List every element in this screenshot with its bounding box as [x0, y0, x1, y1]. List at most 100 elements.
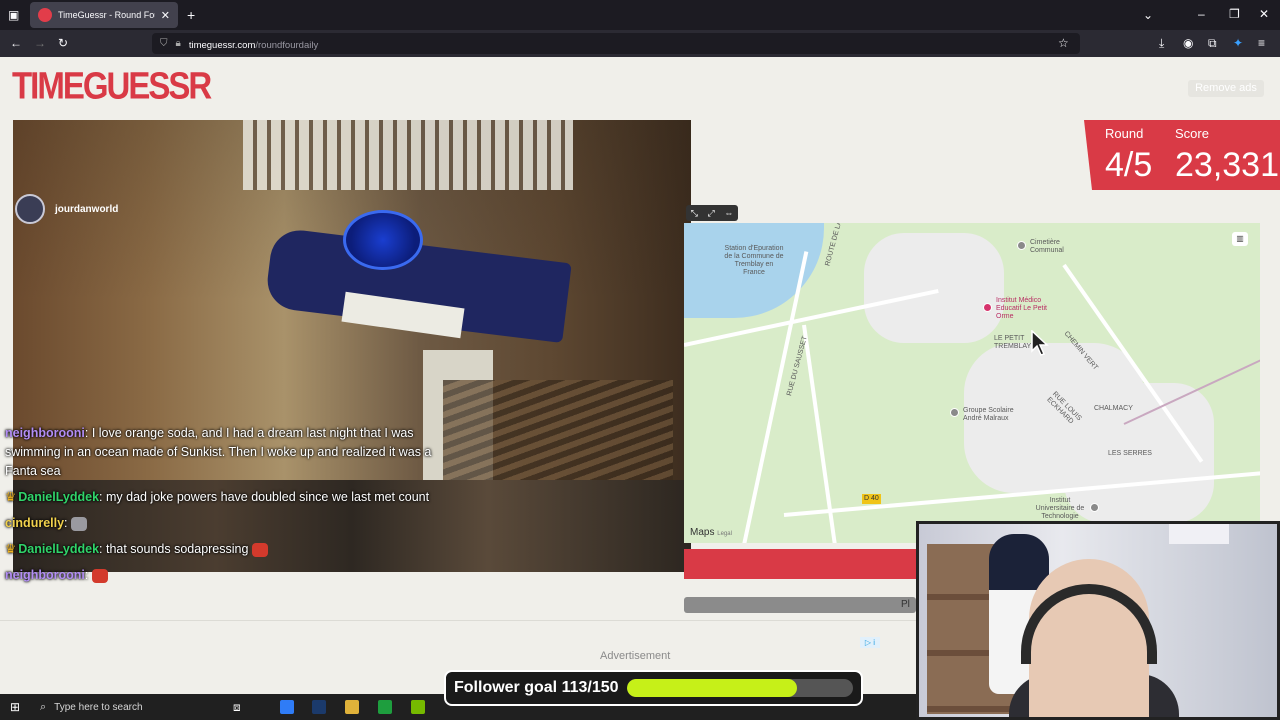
- follower-goal-text: Follower goal 113/150: [454, 679, 619, 696]
- chat-username: DanielLyddek: [18, 490, 100, 504]
- ad-label: Advertisement: [600, 650, 671, 662]
- score-value: 23,331: [1175, 146, 1279, 184]
- chat-message: cindurelly:: [5, 514, 435, 533]
- windows-start-icon[interactable]: ⊞: [10, 701, 20, 713]
- follower-goal-widget: Follower goal 113/150: [444, 670, 863, 706]
- map-pin[interactable]: [1090, 503, 1099, 512]
- menu-icon[interactable]: ≡: [1258, 37, 1265, 49]
- chat-message: ♛ DanielLyddek: my dad joke powers have d…: [5, 490, 430, 504]
- maps-brand-label: Maps: [690, 527, 715, 538]
- search-icon: ⌕: [40, 700, 47, 713]
- extensions-icon[interactable]: ⧉: [1208, 37, 1217, 49]
- round-label: Round: [1105, 126, 1144, 141]
- bookmark-star-icon[interactable]: ☆: [1058, 37, 1069, 49]
- crown-icon: ♛: [5, 542, 17, 556]
- map-label: LES SERRES: [1108, 450, 1152, 457]
- forward-icon[interactable]: →: [34, 37, 46, 49]
- shrink-icon[interactable]: ⤢: [708, 208, 715, 219]
- minimize-icon[interactable]: –: [1198, 8, 1205, 20]
- url-path: /roundfourdaily: [255, 39, 319, 51]
- next-button[interactable]: [684, 597, 916, 613]
- browser-tab-bar: ▣ TimeGuessr - Round Four ✕ + ⌄ – ❐ ✕: [0, 0, 1280, 30]
- chat-username: DanielLyddek: [18, 542, 100, 556]
- browser-nav-bar: ← → ↻ ⛉ 🔒︎ timeguessr.com/roundfourdaily…: [0, 30, 1280, 57]
- guess-map[interactable]: Station d'Epuration de la Commune de Tre…: [684, 223, 1260, 543]
- map-pin[interactable]: [950, 408, 959, 417]
- lock-icon: 🔒︎: [175, 38, 181, 49]
- window-close-icon[interactable]: ✕: [1259, 8, 1269, 20]
- streamer-name: jourdanworld: [55, 203, 119, 215]
- round-value: 4/5: [1105, 146, 1153, 184]
- map-label: Institut Médico Educatif Le Petit Orme: [996, 297, 1047, 320]
- chat-message: neighborooni: I love orange soda, and I …: [5, 426, 432, 478]
- remove-ads-button[interactable]: Remove ads: [1188, 80, 1264, 97]
- new-tab-icon[interactable]: +: [187, 8, 195, 22]
- score-panel: Round Score 4/5 23,331: [1084, 120, 1280, 190]
- chat-message: ♛ DanielLyddek: that sounds sodapressing: [5, 540, 435, 559]
- folder-icon[interactable]: [345, 700, 359, 714]
- taskbar-search-placeholder: Type here to search: [54, 701, 143, 713]
- chat-username: neighborooni: [5, 426, 85, 440]
- reset-icon[interactable]: ⇔: [724, 208, 733, 218]
- map-label: LE PETIT TREMBLAY: [994, 335, 1032, 350]
- chat-message: neighborooni:: [5, 566, 435, 585]
- copilot-icon[interactable]: [280, 700, 294, 714]
- map-pin[interactable]: [1017, 241, 1026, 250]
- photo-neon-sign: [343, 210, 423, 270]
- map-resize-toolbar[interactable]: ⤡ ⤢ ⇔: [686, 205, 738, 221]
- url-bar[interactable]: ⛉ 🔒︎ timeguessr.com/roundfourdaily: [152, 33, 1080, 54]
- follower-goal-track: [626, 679, 853, 697]
- url-host: timeguessr.com: [188, 39, 256, 51]
- restore-icon[interactable]: ❐: [1229, 8, 1240, 20]
- map-label: CHALMACY: [1094, 405, 1133, 412]
- map-urban-area: [864, 233, 1004, 343]
- avatar: [15, 194, 45, 224]
- chat-username: neighborooni: [5, 568, 85, 582]
- adchoices-icon[interactable]: ▷ i: [860, 637, 880, 648]
- download-icon[interactable]: ⤓: [1159, 37, 1164, 49]
- tab-list-icon[interactable]: ▣: [8, 9, 19, 21]
- guess-button[interactable]: [684, 549, 916, 579]
- taskbar-search[interactable]: ⌕ Type here to search: [34, 697, 216, 717]
- tab-title: TimeGuessr - Round Four: [58, 10, 155, 20]
- webcam-overlay: [916, 521, 1280, 720]
- nvidia-icon[interactable]: [411, 700, 425, 714]
- emote-icon: [91, 568, 108, 583]
- chat-text: that sounds sodapressing: [102, 542, 249, 556]
- map-label: Cimetière Communal: [1030, 239, 1064, 254]
- back-icon[interactable]: ←: [10, 37, 22, 49]
- task-view-icon[interactable]: ⧈: [233, 701, 241, 713]
- maps-legal-link[interactable]: Legal: [717, 531, 732, 537]
- close-icon[interactable]: ✕: [161, 9, 170, 22]
- extension-icon[interactable]: ✦: [1233, 37, 1243, 49]
- shield-icon: ⛉: [160, 38, 168, 49]
- emote-icon: [71, 516, 87, 531]
- browser-tab[interactable]: TimeGuessr - Round Four ✕: [30, 2, 178, 28]
- chat-overlay: neighborooni: I love orange soda, and I …: [5, 424, 435, 592]
- chat-username: cindurelly: [5, 516, 65, 530]
- mouse-cursor-icon: [1031, 330, 1049, 356]
- xbox-icon[interactable]: [378, 700, 392, 714]
- streamer-tag: jourdanworld: [15, 194, 118, 224]
- map-label: ROUTE DE LA C: [824, 223, 845, 267]
- expand-icon[interactable]: ⤡: [691, 208, 698, 219]
- next-button-label: Pl: [901, 599, 910, 610]
- map-pin[interactable]: [983, 303, 992, 312]
- webcam-lamp: [1169, 524, 1229, 544]
- site-logo[interactable]: TIMEGUESSR: [12, 61, 212, 112]
- chevron-down-icon[interactable]: ⌄: [1143, 9, 1153, 21]
- score-label: Score: [1175, 126, 1209, 141]
- account-icon[interactable]: ◉: [1183, 37, 1193, 49]
- favicon-icon: [38, 8, 52, 22]
- map-label: Groupe Scolaire André Malraux: [963, 407, 1014, 422]
- reload-icon[interactable]: ↻: [58, 37, 68, 49]
- map-label: Institut Universitaire de Technologie: [1035, 497, 1085, 520]
- steam-icon[interactable]: [312, 700, 326, 714]
- emote-icon: [251, 542, 268, 557]
- map-type-button[interactable]: ▥: [1232, 232, 1248, 246]
- photo-roof: [243, 120, 573, 190]
- road-badge: D 40: [862, 494, 881, 504]
- map-label: Station d'Epuration de la Commune de Tre…: [724, 245, 784, 276]
- maps-brand: Maps Legal: [690, 527, 732, 538]
- chat-text: my dad joke powers have doubled since we…: [102, 490, 430, 504]
